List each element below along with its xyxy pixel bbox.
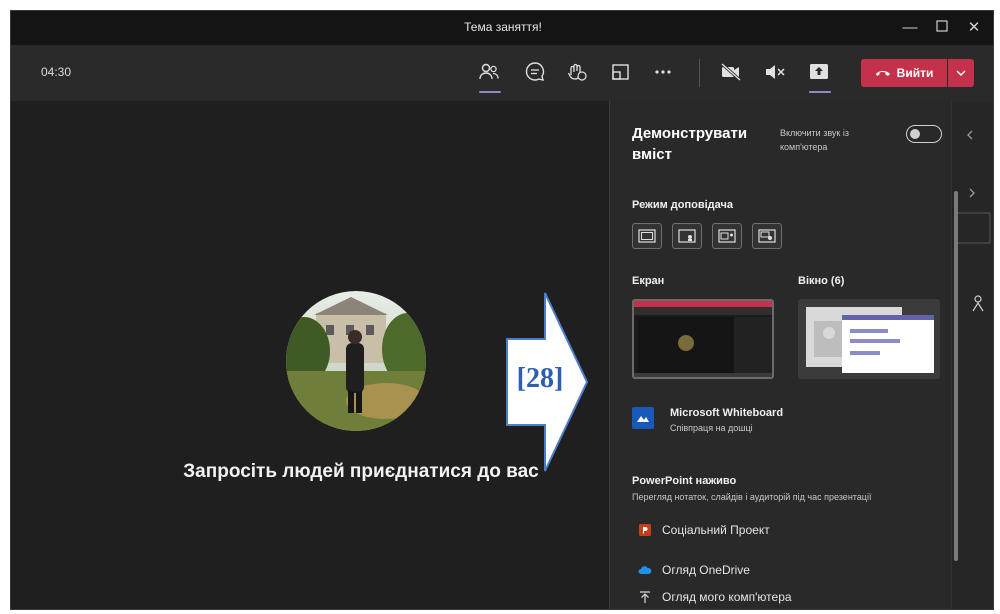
side-by-side-mode-button[interactable] xyxy=(712,223,742,249)
window-share-thumbnail[interactable] xyxy=(798,299,940,379)
participant-avatar xyxy=(286,291,426,431)
content-only-icon xyxy=(638,229,656,243)
people-icon[interactable] xyxy=(477,61,503,93)
annotation-label: [28] xyxy=(516,363,564,394)
reporter-icon xyxy=(758,229,776,243)
toolbar-divider xyxy=(699,59,700,87)
window-heading: Вікно (6) xyxy=(798,275,845,287)
share-content-panel: Демонструвати вміст Включити звук із ком… xyxy=(609,101,958,609)
mic-muted-icon[interactable] xyxy=(763,61,789,85)
reactions-icon[interactable] xyxy=(565,61,591,85)
meeting-toolbar: 04:30 Вийти xyxy=(11,45,993,101)
browse-computer-label: Огляд мого комп'ютера xyxy=(662,590,792,604)
more-icon[interactable] xyxy=(651,61,677,85)
powerpoint-live-subtitle: Перегляд нотаток, слайдів і аудиторій пі… xyxy=(632,492,872,502)
include-sound-toggle[interactable] xyxy=(906,125,942,143)
reporter-mode-button[interactable] xyxy=(752,223,782,249)
whiteboard-subtitle: Співпраця на дошці xyxy=(670,423,753,433)
upload-icon xyxy=(640,591,650,603)
leave-options-button[interactable] xyxy=(948,59,974,87)
side-by-side-icon xyxy=(718,229,736,243)
browse-computer-item[interactable]: Огляд мого комп'ютера xyxy=(638,588,792,606)
camera-off-icon[interactable] xyxy=(719,61,745,85)
whiteboard-option[interactable]: Microsoft Whiteboard Співпраця на дошці xyxy=(632,407,931,441)
meeting-timer: 04:30 xyxy=(41,65,72,79)
hang-up-icon xyxy=(875,71,890,76)
minimize-icon[interactable]: — xyxy=(899,17,921,39)
onedrive-cloud-icon xyxy=(638,566,652,574)
powerpoint-file-name: Соціальний Проект xyxy=(662,523,770,537)
presenter-mode-heading: Режим доповідача xyxy=(632,199,734,211)
leave-button-label: Вийти xyxy=(896,66,934,80)
close-icon[interactable]: ✕ xyxy=(963,17,985,39)
rooms-icon[interactable] xyxy=(609,61,635,85)
whiteboard-icon xyxy=(632,407,654,429)
share-icon[interactable] xyxy=(807,61,833,93)
title-bar: Тема заняття! — ✕ xyxy=(11,11,993,45)
invite-message: Запросіть людей приєднатися до вас xyxy=(183,461,539,482)
screen-heading: Екран xyxy=(632,275,665,287)
leave-button[interactable]: Вийти xyxy=(861,59,947,87)
include-sound-label: Включити звук із комп'ютера xyxy=(780,128,849,152)
chat-icon[interactable] xyxy=(523,61,549,85)
content-only-mode-button[interactable] xyxy=(632,223,662,249)
panel-scrollbar[interactable] xyxy=(954,191,958,561)
maximize-icon[interactable] xyxy=(931,17,953,39)
window-title: Тема заняття! xyxy=(464,20,542,34)
browse-onedrive-label: Огляд OneDrive xyxy=(662,563,750,577)
powerpoint-file-item[interactable]: Соціальний Проект xyxy=(638,521,770,539)
chevron-down-icon xyxy=(956,70,966,76)
browse-onedrive-item[interactable]: Огляд OneDrive xyxy=(638,561,750,579)
whiteboard-title: Microsoft Whiteboard xyxy=(670,407,784,419)
screen-share-thumbnail[interactable] xyxy=(632,299,774,379)
teams-meeting-window: Тема заняття! — ✕ 04:30 Вийти Запросіть … xyxy=(10,10,994,610)
powerpoint-file-icon xyxy=(639,524,651,536)
share-panel-title: Демонструвати вміст xyxy=(632,125,748,163)
powerpoint-live-heading: PowerPoint наживо xyxy=(632,475,737,487)
standout-icon xyxy=(678,229,696,243)
standout-mode-button[interactable] xyxy=(672,223,702,249)
